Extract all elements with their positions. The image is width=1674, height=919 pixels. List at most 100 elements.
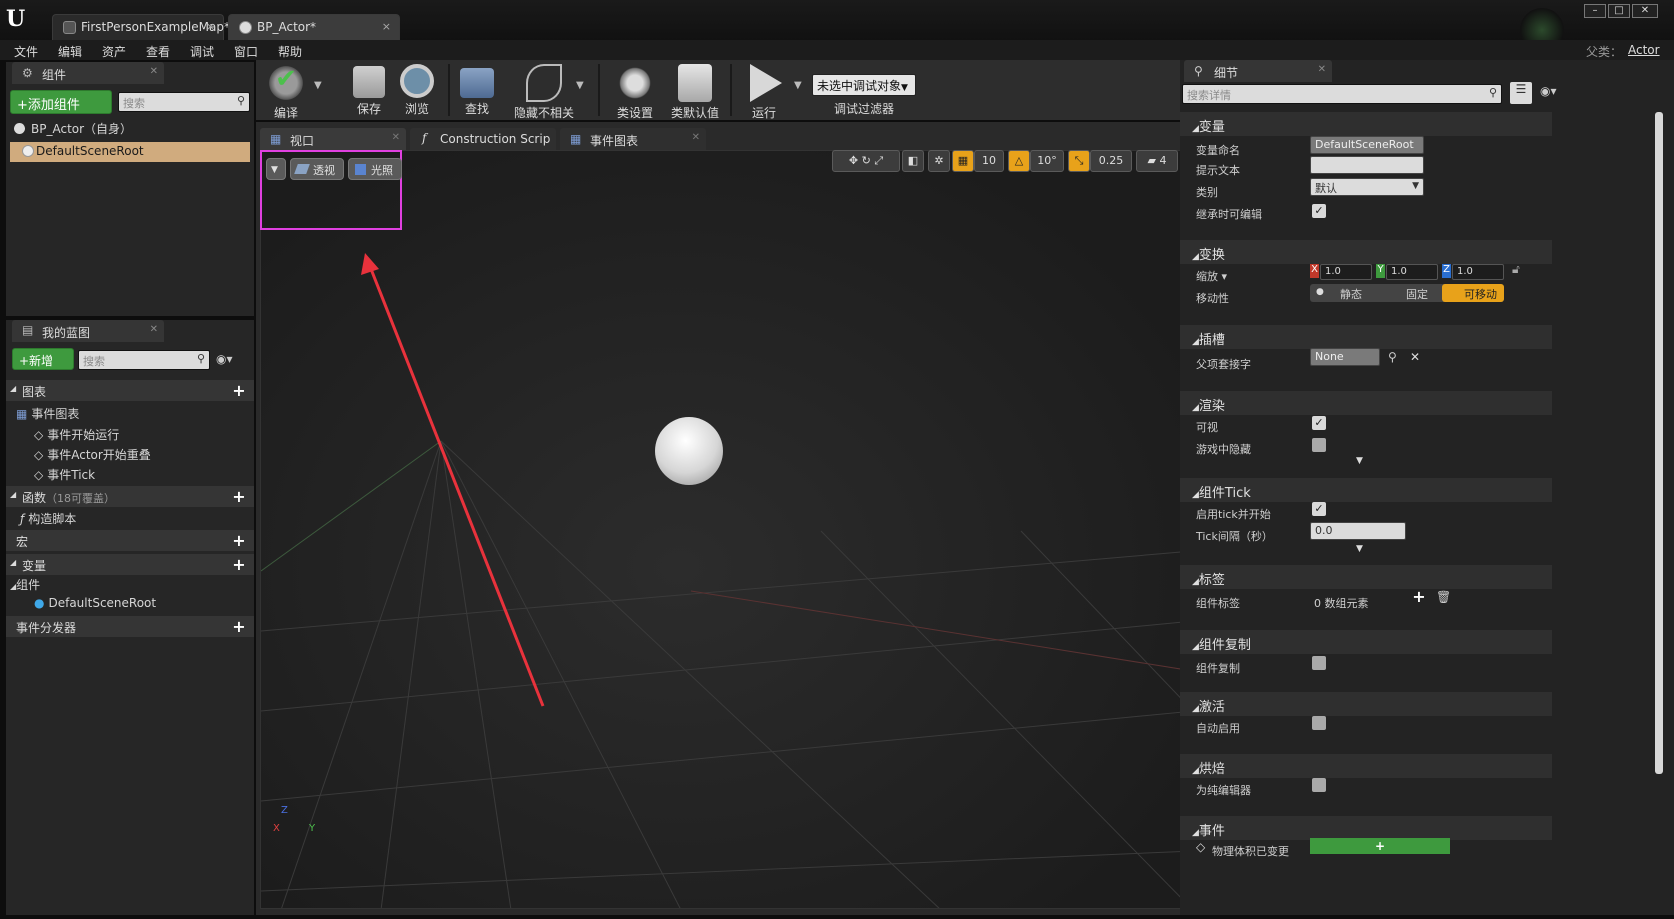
- variable-name-input[interactable]: DefaultSceneRoot: [1310, 136, 1424, 154]
- add-component-button[interactable]: +添加组件: [10, 90, 112, 114]
- class-settings-button[interactable]: 类设置: [606, 60, 664, 120]
- category-rendering[interactable]: ◢渲染: [1180, 391, 1552, 415]
- event-item[interactable]: ◇ 事件Tick: [34, 466, 95, 483]
- menu-edit[interactable]: 编辑: [58, 43, 82, 60]
- menu-asset[interactable]: 资产: [102, 43, 126, 60]
- play-button[interactable]: 运行: [736, 60, 792, 120]
- details-scrollbar[interactable]: [1655, 112, 1663, 774]
- section-event-dispatchers[interactable]: 事件分发器 +: [6, 616, 254, 637]
- category-cooking[interactable]: ◢烘焙: [1180, 754, 1552, 778]
- add-variable-button[interactable]: +: [230, 556, 248, 574]
- maximize-button[interactable]: □: [1608, 4, 1630, 18]
- expand-advanced-icon[interactable]: ▼: [1356, 544, 1363, 554]
- debug-object-select[interactable]: 未选中调试对象▼: [812, 74, 916, 96]
- category-activation[interactable]: ◢激活: [1180, 692, 1552, 716]
- new-button[interactable]: +新增: [12, 348, 74, 370]
- rotation-snap-icon[interactable]: △: [1008, 150, 1030, 172]
- event-item[interactable]: ◇ 事件开始运行: [34, 426, 119, 443]
- compile-button[interactable]: ✔ 编译: [256, 60, 316, 120]
- lit-button[interactable]: 光照: [348, 158, 402, 180]
- category-transform[interactable]: ◢变换: [1180, 240, 1552, 264]
- root-component[interactable]: BP_Actor（自身）: [14, 120, 132, 137]
- surface-snap-icon[interactable]: ✲: [928, 150, 950, 172]
- menu-file[interactable]: 文件: [14, 43, 38, 60]
- replicates-checkbox[interactable]: [1312, 656, 1326, 670]
- add-element-button[interactable]: +: [1410, 588, 1428, 606]
- section-macros[interactable]: 宏 +: [6, 530, 254, 551]
- move-icon[interactable]: ✥: [849, 154, 858, 167]
- category-sockets[interactable]: ◢插槽: [1180, 325, 1552, 349]
- close-icon[interactable]: ✕: [692, 132, 700, 143]
- tab-viewport[interactable]: ▦ 视口 ✕: [260, 128, 406, 150]
- event-graph-item[interactable]: ▦ 事件图表: [16, 405, 79, 422]
- compile-options-icon[interactable]: ▼: [314, 80, 322, 91]
- eye-icon[interactable]: ◉▾: [1540, 84, 1557, 98]
- eye-icon[interactable]: ◉▾: [216, 352, 233, 366]
- mobility-movable[interactable]: 可移动: [1442, 284, 1504, 302]
- event-item[interactable]: ◇ 事件Actor开始重叠: [34, 446, 151, 463]
- camera-speed-button[interactable]: ▰ 4: [1136, 150, 1178, 172]
- category-select[interactable]: 默认 ▼: [1310, 178, 1424, 196]
- menu-help[interactable]: 帮助: [278, 43, 302, 60]
- tab-details[interactable]: ⚲ 细节 ✕: [1184, 60, 1332, 82]
- lock-icon[interactable]: 🔓︎: [1512, 262, 1520, 277]
- add-graph-button[interactable]: +: [230, 382, 248, 400]
- clear-icon[interactable]: ✕: [1410, 350, 1420, 364]
- viewport-options-button[interactable]: ▼: [266, 158, 286, 180]
- search-icon[interactable]: ⚲: [1388, 350, 1397, 364]
- menu-view[interactable]: 查看: [146, 43, 170, 60]
- tab-event-graph[interactable]: ▦ 事件图表 ✕: [560, 128, 706, 150]
- scale-snap-icon[interactable]: ⤡: [1068, 150, 1090, 172]
- blueprint-search-input[interactable]: 搜索 ⚲: [78, 350, 210, 370]
- grid-snap-value[interactable]: 10: [974, 150, 1004, 172]
- component-variable-item[interactable]: ● DefaultSceneRoot: [34, 596, 156, 610]
- section-graphs[interactable]: ◢ 图表 +: [6, 380, 254, 401]
- play-options-icon[interactable]: ▼: [794, 80, 802, 91]
- prop-label[interactable]: 缩放 ▾: [1196, 268, 1227, 284]
- rotate-icon[interactable]: ↻: [862, 154, 871, 167]
- mobility-static[interactable]: 静态: [1340, 286, 1362, 302]
- category-events[interactable]: ◢事件: [1180, 816, 1552, 840]
- editable-checkbox[interactable]: ✓: [1312, 204, 1326, 218]
- hide-unrelated-button[interactable]: 隐藏不相关: [504, 60, 584, 120]
- category-replication[interactable]: ◢组件复制: [1180, 630, 1552, 654]
- section-variables[interactable]: ◢ 变量 +: [6, 554, 254, 575]
- parent-class-link[interactable]: Actor: [1628, 43, 1660, 57]
- components-search-input[interactable]: 搜索 ⚲: [118, 92, 250, 112]
- close-icon[interactable]: ✕: [392, 132, 400, 143]
- tab-bp-actor[interactable]: BP_Actor* ×: [228, 14, 400, 40]
- class-defaults-button[interactable]: 类默认值: [664, 60, 726, 120]
- tab-my-blueprint[interactable]: ▤ 我的蓝图 ✕: [12, 320, 164, 342]
- auto-activate-checkbox[interactable]: [1312, 716, 1326, 730]
- components-category[interactable]: ◢组件: [10, 576, 40, 593]
- scale-snap-value[interactable]: 0.25: [1090, 150, 1132, 172]
- category-tags[interactable]: ◢标签: [1180, 565, 1552, 589]
- tick-interval-input[interactable]: 0.0: [1310, 522, 1406, 540]
- coordinate-system-icon[interactable]: ◧: [902, 150, 924, 172]
- menu-window[interactable]: 窗口: [234, 43, 258, 60]
- add-function-button[interactable]: +: [230, 488, 248, 506]
- mobility-stationary[interactable]: 固定: [1406, 286, 1428, 302]
- close-icon[interactable]: ✕: [150, 66, 158, 77]
- scale-y-input[interactable]: 1.0: [1386, 264, 1438, 280]
- scale-z-input[interactable]: 1.0: [1452, 264, 1504, 280]
- tick-start-checkbox[interactable]: ✓: [1312, 502, 1326, 516]
- parent-socket-input[interactable]: None: [1310, 348, 1380, 366]
- trash-icon[interactable]: 🗑︎: [1436, 590, 1451, 604]
- add-event-button[interactable]: +: [1310, 838, 1450, 854]
- tab-components[interactable]: ⚙ 组件 ✕: [12, 62, 164, 84]
- scale-icon[interactable]: ⤢: [874, 154, 883, 167]
- grid-snap-icon[interactable]: ▦: [952, 150, 974, 172]
- component-item-selected[interactable]: DefaultSceneRoot: [10, 142, 250, 162]
- menu-debug[interactable]: 调试: [190, 43, 214, 60]
- tab-construction-script[interactable]: f Construction Scrip: [410, 128, 556, 150]
- add-dispatcher-button[interactable]: +: [230, 618, 248, 636]
- find-button[interactable]: 查找: [452, 60, 502, 120]
- tooltip-input[interactable]: [1310, 156, 1424, 174]
- tab-firstperson-map[interactable]: FirstPersonExampleMap* ×: [52, 14, 230, 40]
- details-search-input[interactable]: 搜索详情 ⚲: [1182, 84, 1502, 104]
- category-tick[interactable]: ◢组件Tick: [1180, 478, 1552, 502]
- perspective-button[interactable]: 透视: [290, 158, 344, 180]
- transform-tools[interactable]: ✥ ↻ ⤢: [832, 150, 900, 172]
- add-macro-button[interactable]: +: [230, 532, 248, 550]
